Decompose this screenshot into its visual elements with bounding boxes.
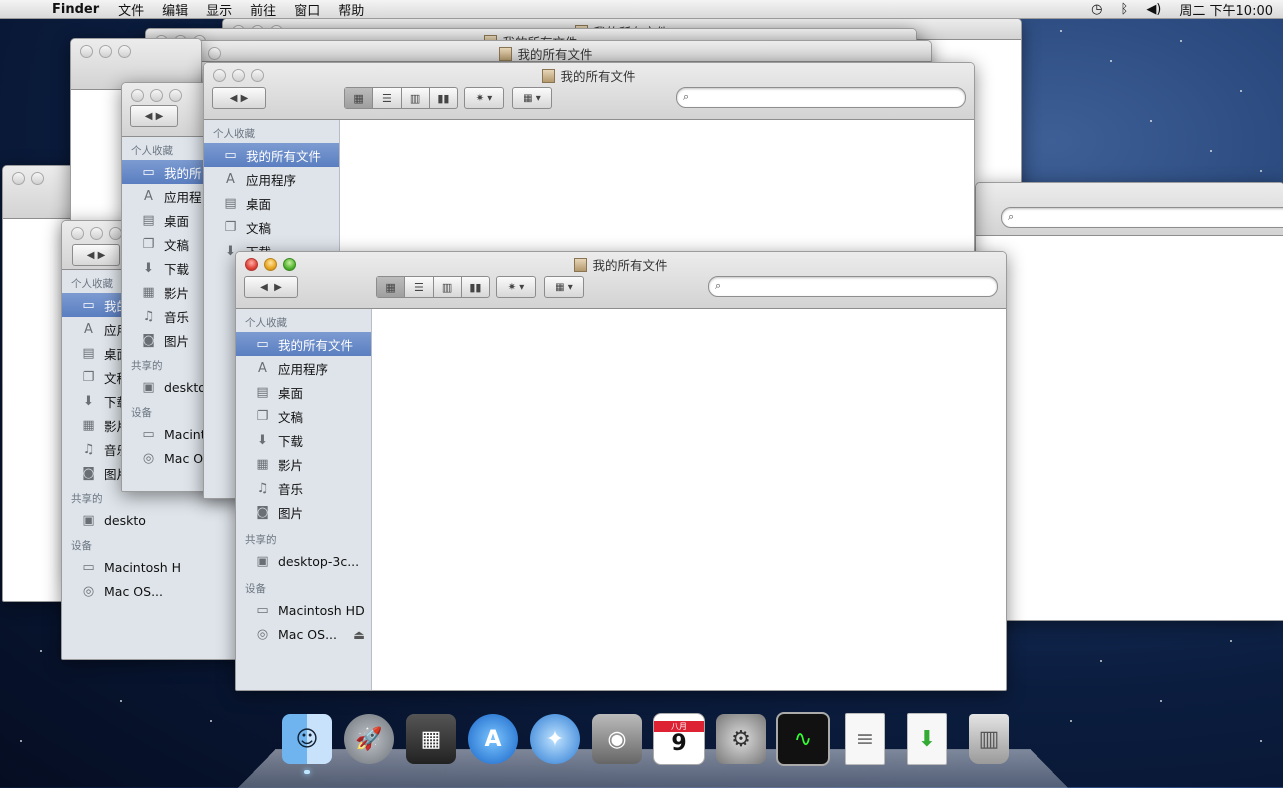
window-titlebar[interactable]: 我的所有文件 ◀ ▶ ▦ ☰ ▥ ▮▮ ✷ ▾ ▦ ▾ ⌕ [236,252,1006,309]
document-icon: ≡ [845,713,885,765]
launchpad-icon: 🚀 [344,714,394,764]
downloads-icon: ⬇ [257,432,268,448]
menu-window[interactable]: 窗口 [294,0,320,19]
menu-edit[interactable]: 编辑 [162,0,188,19]
dock-system-preferences[interactable]: ⚙ [714,712,768,766]
forward-arrow-icon[interactable]: ▶ [274,282,282,293]
sidebar-item-disc[interactable]: ◎ Mac OS... [62,579,242,603]
menu-clock[interactable]: 周二 下午10:00 [1179,0,1273,19]
icon-view-icon[interactable]: ▦ [377,277,406,297]
window-title: 我的所有文件 [592,258,668,273]
sidebar-item-disc[interactable]: ◎ Mac OS... ⏏ [236,622,371,646]
dock-calendar[interactable]: 八月 9 [652,712,706,766]
dock-activity-monitor[interactable]: ∿ [776,712,830,766]
sidebar-item-pictures[interactable]: ◙ 图片 [236,500,371,524]
list-view-icon[interactable]: ☰ [405,277,434,297]
sidebar-item-downloads[interactable]: ⬇下载 [236,428,371,452]
bluetooth-icon[interactable]: ᛒ [1121,2,1129,17]
hard-drive-icon: ▭ [256,602,269,618]
search-field[interactable]: ⌕ [708,276,998,297]
dock-finder[interactable]: ☺ [280,712,334,774]
dock: ☺ 🚀 ▦ A ✦ ◉ 八月 9 ⚙ ∿ ≡ ⬇ ▥ [280,712,1016,776]
dock-photo-browser[interactable]: ▦ [404,712,458,766]
dock-safari[interactable]: ✦ [528,712,582,766]
sidebar-header-favorites: 个人收藏 [245,317,287,329]
finder-icon: ☺ [282,714,332,764]
arrange-menu-button[interactable]: ▦ ▾ [544,276,584,298]
system-preferences-icon: ⚙ [716,714,766,764]
menu-app-name[interactable]: Finder [52,2,99,17]
safari-icon: ✦ [530,714,580,764]
dock-facetime[interactable]: ◉ [590,712,644,766]
menu-bar: Finder 文件 编辑 显示 前往 窗口 帮助 ◷ ᛒ ◀︎) 周二 下午10… [0,0,1283,19]
action-menu-button[interactable]: ✷ ▾ [496,276,536,298]
sidebar-item-movies[interactable]: ▦ 影片 [236,452,371,476]
desktop-icon: ▤ [256,384,269,400]
installer-document-icon: ⬇ [907,713,947,765]
menu-go[interactable]: 前往 [250,0,276,19]
dock-trash[interactable]: ▥ [962,712,1016,766]
documents-icon: ❐ [256,408,269,424]
trash-icon: ▥ [969,714,1009,764]
background-window-right[interactable]: ⌕ [975,182,1283,621]
back-arrow-icon[interactable]: ◀ [260,282,268,293]
menu-help[interactable]: 帮助 [338,0,364,19]
applications-icon: A [258,360,267,376]
sidebar-item-documents[interactable]: ❐ 文稿 [236,404,371,428]
computer-icon: ▣ [256,553,269,569]
sidebar: 个人收藏 ▭ 我的所有文件 A 应用程序 ▤ 桌面 ❐ 文稿 ⬇ 下载 ▦ 影片 ♫ 音乐 ◙… [236,309,372,690]
sidebar-item-desktop[interactable]: ▤ 桌面 [204,191,339,215]
movies-icon: ▦ [256,456,269,472]
sidebar-item-all-files[interactable]: ▭ 我的所有文件 [204,143,339,167]
sidebar-item-applications[interactable]: A 应用程序 [236,356,371,380]
sidebar-item-shared-computer[interactable]: ▣ desktop-3c... [236,549,371,573]
all-files-icon: ▭ [256,336,269,352]
finder-window[interactable]: 我的所有文件 ◀ ▶ ▦ ☰ ▥ ▮▮ ✷ ▾ ▦ ▾ ⌕ 个人收藏 ▭ 我的所有… [235,251,1007,691]
sidebar-header-shared: 共享的 [245,534,277,546]
calendar-icon: 八月 9 [653,713,705,765]
dock-app-store[interactable]: A [466,712,520,766]
search-input[interactable] [731,279,966,293]
file-content-area[interactable] [372,309,1006,690]
dock-launchpad[interactable]: 🚀 [342,712,396,766]
disc-icon: ◎ [256,626,269,642]
sidebar-item-music[interactable]: ♫ 音乐 [236,476,371,500]
menu-view[interactable]: 显示 [206,0,232,19]
search-icon: ⌕ [715,279,722,292]
column-view-icon[interactable]: ▥ [434,277,462,297]
eject-icon[interactable]: ⏏ [353,627,365,642]
sidebar-item-all-files[interactable]: ▭ 我的所有文件 [236,332,371,356]
sidebar-header-favorites: 个人收藏 [213,128,255,140]
folder-icon [574,258,588,272]
sidebar-item-desktop[interactable]: ▤ 桌面 [236,380,371,404]
sidebar-item-hard-drive[interactable]: ▭ Macintosh H [62,555,242,579]
photo-browser-icon: ▦ [406,714,456,764]
time-machine-icon[interactable]: ◷ [1091,2,1102,17]
music-icon: ♫ [256,480,269,496]
arrange-icon: ▦ [555,281,565,293]
menu-file[interactable]: 文件 [118,0,144,19]
dock-installer-document[interactable]: ⬇ [900,712,954,766]
activity-monitor-icon: ∿ [776,712,830,766]
coverflow-view-icon[interactable]: ▮▮ [462,277,489,297]
sidebar-header-devices: 设备 [71,540,92,552]
sidebar-item-hard-drive[interactable]: ▭ Macintosh HD [236,598,371,622]
volume-icon[interactable]: ◀︎) [1146,2,1161,17]
view-mode-control[interactable]: ▦ ☰ ▥ ▮▮ [376,276,490,298]
gear-icon: ✷ [507,281,517,293]
dock-document[interactable]: ≡ [838,712,892,766]
back-forward-buttons[interactable]: ◀ ▶ [244,276,298,298]
sidebar-item-applications[interactable]: A 应用程序 [204,167,339,191]
sidebar-item-documents[interactable]: ❐ 文稿 [204,215,339,239]
facetime-icon: ◉ [592,714,642,764]
app-store-icon: A [468,714,518,764]
sidebar-header-devices: 设备 [245,583,266,595]
pictures-icon: ◙ [256,504,269,520]
sidebar-item-shared-computer[interactable]: ▣ deskto [62,508,242,532]
